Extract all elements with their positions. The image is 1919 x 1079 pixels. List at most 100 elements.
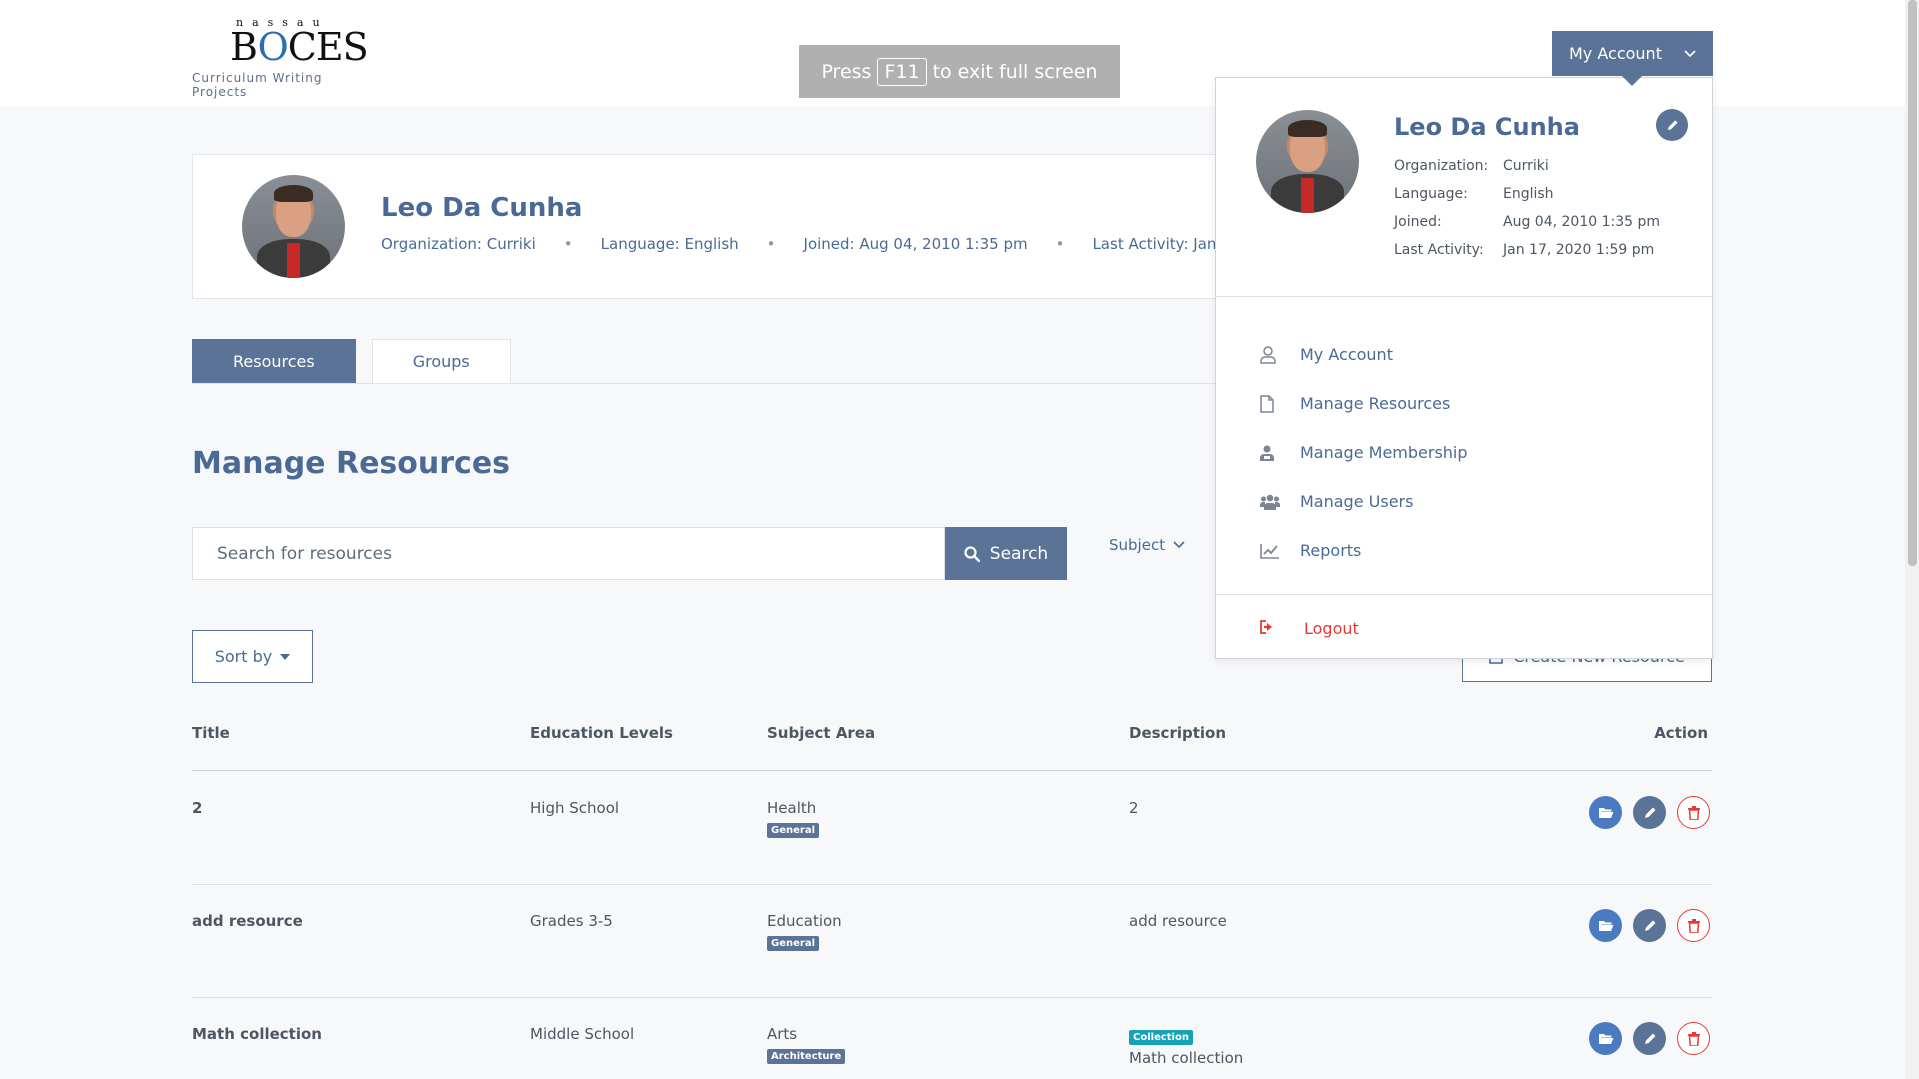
logout-button[interactable]: Logout (1260, 608, 1359, 648)
info-value: Curriki (1503, 158, 1549, 174)
info-row-joined: Joined: Aug 04, 2010 1:35 pm (1394, 214, 1660, 242)
folder-open-icon (1598, 808, 1613, 818)
column-header-title[interactable]: Title (192, 724, 230, 742)
menu-item-reports[interactable]: Reports (1260, 526, 1468, 575)
subject-badge: General (767, 823, 819, 838)
row-subject: Education General (767, 912, 842, 951)
page-scrollbar[interactable] (1905, 0, 1919, 1079)
row-title[interactable]: Math collection (192, 1025, 322, 1043)
search-button-label: Search (989, 543, 1049, 564)
profile-name: Leo Da Cunha (381, 193, 583, 223)
row-actions (1589, 1022, 1710, 1055)
info-value: Jan 17, 2020 1:59 pm (1503, 242, 1655, 258)
profile-language: Language: English (600, 235, 739, 253)
logo-letters-ces: CES (287, 25, 369, 69)
delete-button[interactable] (1677, 909, 1710, 942)
delete-button[interactable] (1677, 796, 1710, 829)
separator-dot: • (1055, 235, 1065, 253)
dropdown-menu: My Account Manage Resources Manage Membe… (1260, 330, 1468, 575)
chevron-down-icon (1173, 541, 1185, 549)
edit-button[interactable] (1633, 796, 1666, 829)
table-row: add resource Grades 3-5 Education Genera… (192, 885, 1712, 998)
table-header: Title Education Levels Subject Area Desc… (192, 724, 1712, 771)
fullscreen-notice: Press F11 to exit full screen (799, 45, 1120, 98)
scrollbar-thumb[interactable] (1908, 0, 1917, 566)
edit-button[interactable] (1633, 1022, 1666, 1055)
row-subject-text: Education (767, 912, 842, 930)
separator-dot: • (766, 235, 776, 253)
trash-icon (1687, 1031, 1700, 1046)
dropdown-divider (1216, 594, 1712, 595)
menu-item-label: Manage Membership (1300, 443, 1468, 462)
page-title: Manage Resources (192, 446, 511, 481)
trash-icon (1687, 918, 1700, 933)
account-dropdown: Leo Da Cunha Organization: Curriki Langua… (1215, 77, 1713, 659)
edit-button[interactable] (1633, 909, 1666, 942)
info-row-language: Language: English (1394, 186, 1660, 214)
menu-item-label: Manage Resources (1300, 394, 1451, 413)
edit-profile-button[interactable] (1656, 109, 1688, 141)
menu-item-manage-resources[interactable]: Manage Resources (1260, 379, 1468, 428)
my-account-button[interactable]: My Account (1552, 31, 1713, 76)
row-description: add resource (1129, 912, 1227, 930)
open-folder-button[interactable] (1589, 1022, 1622, 1055)
column-header-education-levels[interactable]: Education Levels (530, 724, 673, 742)
tab-resources[interactable]: Resources (192, 339, 356, 384)
subject-badge: Architecture (767, 1049, 846, 1064)
profile-joined: Joined: Aug 04, 2010 1:35 pm (803, 235, 1028, 253)
delete-button[interactable] (1677, 1022, 1710, 1055)
open-folder-button[interactable] (1589, 796, 1622, 829)
search-input[interactable] (217, 543, 920, 564)
menu-item-manage-users[interactable]: Manage Users (1260, 477, 1468, 526)
row-subject: Arts Architecture (767, 1025, 846, 1064)
collection-badge: Collection (1129, 1030, 1193, 1045)
row-title[interactable]: add resource (192, 912, 303, 930)
table-row: 2 High School Health General 2 (192, 772, 1712, 885)
logo-main-text: BOCES (230, 28, 372, 66)
search-button[interactable]: Search (945, 527, 1067, 580)
search-field[interactable] (192, 527, 945, 580)
my-account-label: My Account (1569, 44, 1662, 63)
menu-item-my-account[interactable]: My Account (1260, 330, 1468, 379)
user-icon (1260, 345, 1276, 364)
column-header-action: Action (1654, 724, 1708, 742)
sort-by-button[interactable]: Sort by (192, 630, 313, 683)
users-icon (1260, 494, 1280, 510)
pencil-icon (1667, 119, 1678, 130)
menu-item-manage-membership[interactable]: Manage Membership (1260, 428, 1468, 477)
pencil-icon (1644, 1033, 1655, 1044)
row-description-text: Math collection (1129, 1049, 1244, 1067)
row-education-level: Middle School (530, 1025, 635, 1043)
subject-filter-dropdown[interactable]: Subject (1109, 536, 1185, 554)
logo-letter-o: O (257, 25, 289, 69)
chart-icon (1260, 543, 1279, 559)
pencil-icon (1644, 920, 1655, 931)
dropdown-user-name: Leo Da Cunha (1394, 113, 1580, 141)
tab-groups[interactable]: Groups (371, 339, 511, 384)
row-actions (1589, 796, 1710, 829)
column-header-description[interactable]: Description (1129, 724, 1226, 742)
info-row-organization: Organization: Curriki (1394, 158, 1660, 186)
fullscreen-rest-text: to exit full screen (932, 60, 1098, 83)
separator-dot: • (563, 235, 573, 253)
row-subject-text: Health (767, 799, 817, 817)
chevron-down-icon (1684, 49, 1696, 57)
menu-item-label: My Account (1300, 345, 1393, 364)
fullscreen-press-text: Press (821, 60, 872, 83)
row-title[interactable]: 2 (192, 799, 202, 817)
sign-out-icon (1260, 619, 1272, 634)
subject-badge: General (767, 936, 819, 951)
column-header-subject-area[interactable]: Subject Area (767, 724, 875, 742)
tab-bar: Resources Groups (192, 339, 511, 384)
folder-open-icon (1598, 1034, 1613, 1044)
boces-logo[interactable]: nassau BOCES Curriculum Writing Projects (192, 16, 372, 99)
menu-item-label: Manage Users (1300, 492, 1414, 511)
row-description: Collection Math collection (1129, 1026, 1243, 1067)
caret-down-icon (280, 653, 291, 660)
open-folder-button[interactable] (1589, 909, 1622, 942)
row-subject: Health General (767, 799, 819, 838)
row-description: 2 (1129, 799, 1139, 817)
trash-icon (1687, 805, 1700, 820)
folder-open-icon (1598, 921, 1613, 931)
row-education-level: Grades 3-5 (530, 912, 613, 930)
